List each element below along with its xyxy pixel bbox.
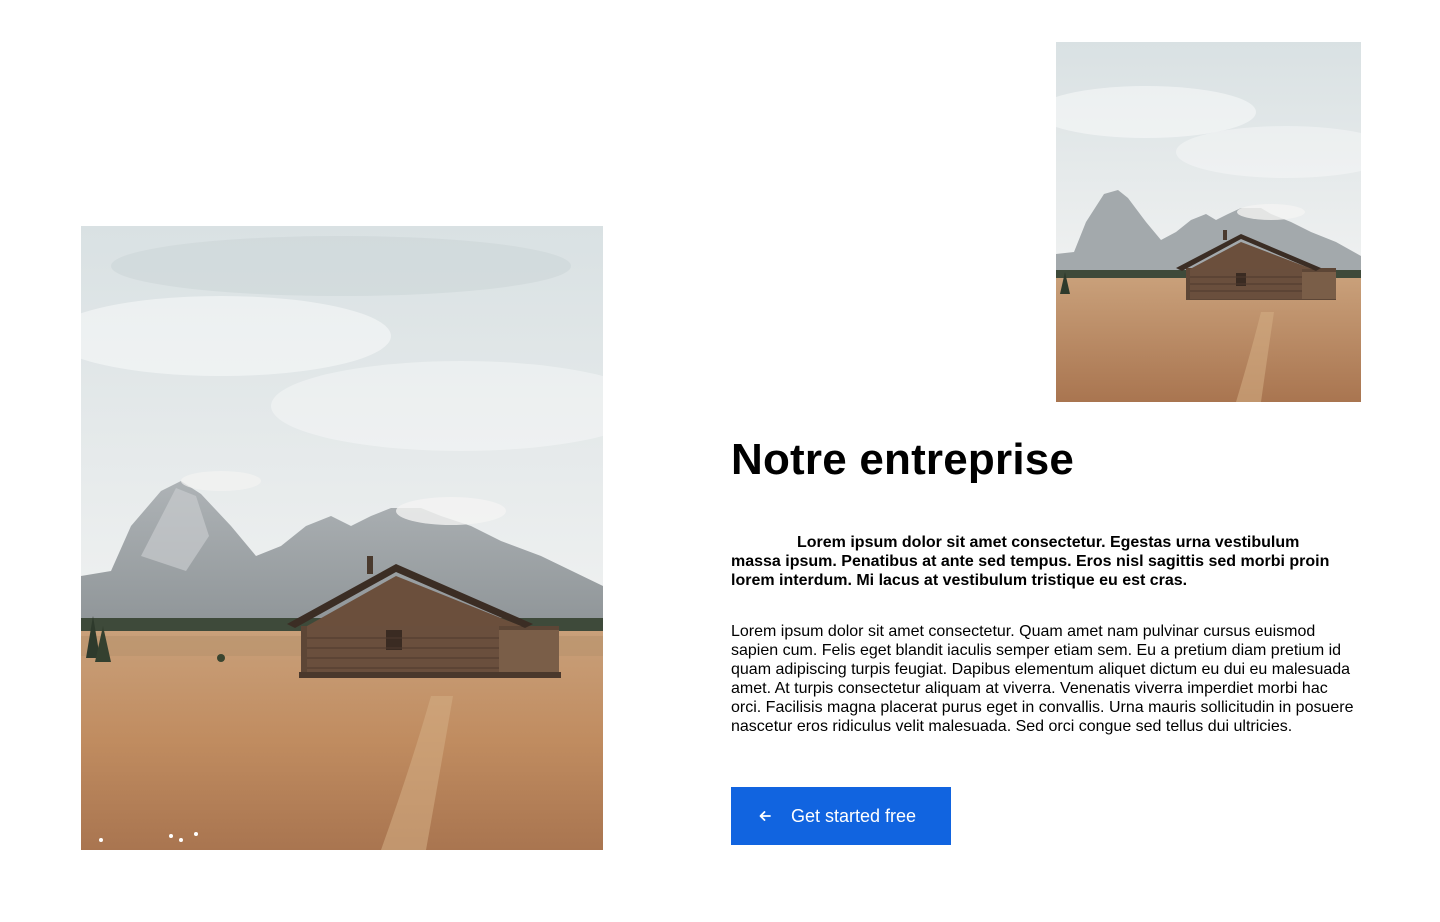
get-started-label: Get started free [791, 805, 917, 826]
cabin-landscape-image-large [81, 226, 603, 850]
get-started-button[interactable]: Get started free [731, 787, 951, 845]
arrow-left-icon [757, 808, 773, 824]
cabin-landscape-image-small [1056, 42, 1361, 402]
lead-paragraph: Lorem ipsum dolor sit amet consectetur. … [731, 534, 1330, 589]
section-title: Notre entreprise [731, 435, 1075, 484]
company-section: Notre entreprise Lorem ipsum dolor sit a… [0, 0, 1440, 922]
body-paragraph: Lorem ipsum dolor sit amet consectetur. … [731, 623, 1354, 735]
